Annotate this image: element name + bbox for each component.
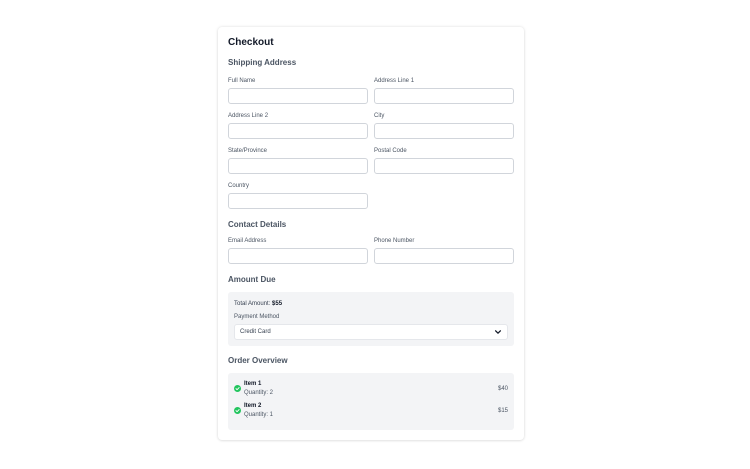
city-label: City [374,113,385,119]
total-amount-label: Total Amount: [234,301,271,307]
checkout-card: Checkout Shipping Address Full Name Addr… [218,27,524,440]
payment-method-value: Credit Card [240,329,271,335]
city-field[interactable] [374,123,514,139]
amount-panel: Total Amount: $55 Payment Method Credit … [228,292,514,346]
payment-method-label: Payment Method [234,314,280,320]
country-field[interactable] [228,193,368,209]
address-line-2-label: Address Line 2 [228,113,269,119]
amount-heading: Amount Due [228,275,276,284]
total-amount: Total Amount: $55 [234,300,282,308]
phone-field[interactable] [374,248,514,264]
full-name-label: Full Name [228,78,256,84]
postal-code-field[interactable] [374,158,514,174]
address-line-2-field[interactable] [228,123,368,139]
contact-heading: Contact Details [228,220,287,229]
email-field[interactable] [228,248,368,264]
state-label: State/Province [228,148,268,154]
item-name: Item 1 [244,381,262,387]
check-circle-icon [234,407,241,414]
check-circle-icon [234,385,241,392]
country-label: Country [228,183,250,189]
full-name-field[interactable] [228,88,368,104]
address-line-1-label: Address Line 1 [374,78,415,84]
postal-code-label: Postal Code [374,148,407,154]
item-price: $40 [497,386,508,392]
order-panel: Item 1 Quantity: 2 $40 Item 2 Quantity: … [228,373,514,430]
chevron-down-icon [494,330,502,334]
total-amount-value: $55 [272,301,283,307]
item-quantity: Quantity: 2 [244,390,274,396]
item-price: $15 [497,408,508,414]
list-item: Item 2 Quantity: 1 $15 [234,402,508,422]
page-title: Checkout [228,37,274,48]
order-heading: Order Overview [228,356,288,365]
list-item: Item 1 Quantity: 2 $40 [234,380,508,400]
item-quantity: Quantity: 1 [244,412,274,418]
shipping-heading: Shipping Address [228,58,297,67]
payment-method-select[interactable]: Credit Card [234,324,508,340]
address-line-1-field[interactable] [374,88,514,104]
email-label: Email Address [228,238,267,244]
item-name: Item 2 [244,403,262,409]
phone-label: Phone Number [374,238,415,244]
state-field[interactable] [228,158,368,174]
